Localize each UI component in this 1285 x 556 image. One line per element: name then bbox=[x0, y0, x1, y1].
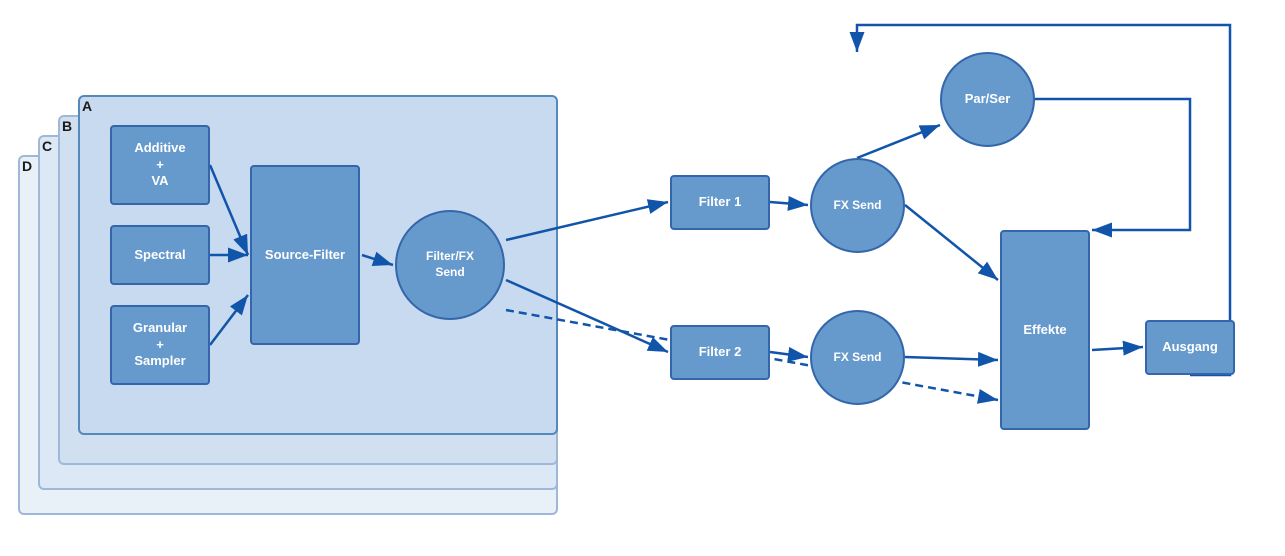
block-effekte: Effekte bbox=[1000, 230, 1090, 430]
label-b: B bbox=[62, 118, 72, 134]
circle-fxsend1: FX Send bbox=[810, 158, 905, 253]
label-d: D bbox=[22, 158, 32, 174]
block-additive-va: Additive + VA bbox=[110, 125, 210, 205]
block-spectral: Spectral bbox=[110, 225, 210, 285]
block-filter2: Filter 2 bbox=[670, 325, 770, 380]
diagram-container: A B C D bbox=[0, 0, 1285, 556]
block-granular-sampler: Granular + Sampler bbox=[110, 305, 210, 385]
circle-fxsend2: FX Send bbox=[810, 310, 905, 405]
label-a: A bbox=[82, 98, 92, 114]
block-filter1: Filter 1 bbox=[670, 175, 770, 230]
label-c: C bbox=[42, 138, 52, 154]
block-ausgang: Ausgang bbox=[1145, 320, 1235, 375]
block-source-filter: Source-Filter bbox=[250, 165, 360, 345]
circle-filter-fx-send: Filter/FX Send bbox=[395, 210, 505, 320]
circle-parser: Par/Ser bbox=[940, 52, 1035, 147]
